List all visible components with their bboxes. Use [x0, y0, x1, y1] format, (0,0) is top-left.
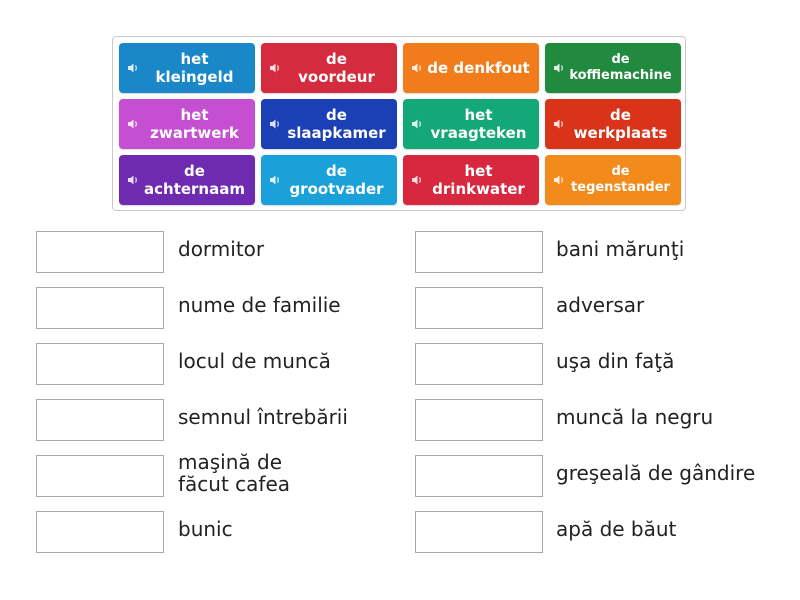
answer-label-right-5: greşeală de gândire [556, 461, 756, 485]
answer-label-right-3: uşa din faţă [556, 349, 675, 373]
answer-label-left-5: maşină de făcut cafea [178, 450, 291, 496]
drop-box-left-5[interactable] [36, 455, 164, 497]
answer-label-right-4: muncă la negru [556, 405, 714, 429]
tile-5[interactable]: het zwartwerk [119, 99, 255, 149]
speaker-icon[interactable] [269, 118, 282, 130]
tile-11[interactable]: het drinkwater [403, 155, 539, 205]
drop-box-right-1[interactable] [415, 231, 543, 273]
answer-label-right-6: apă de băut [556, 517, 677, 541]
speaker-icon[interactable] [411, 62, 424, 74]
speaker-icon[interactable] [553, 118, 566, 130]
answer-label-left-4: semnul întrebării [178, 405, 348, 429]
word-tiles-panel: het kleingeld de voordeur de denkfout de… [112, 36, 686, 211]
answer-label-left-3: locul de muncă [178, 349, 331, 373]
tile-3[interactable]: de denkfout [403, 43, 539, 93]
speaker-icon[interactable] [127, 118, 140, 130]
drop-box-right-3[interactable] [415, 343, 543, 385]
drop-box-left-4[interactable] [36, 399, 164, 441]
drop-box-right-2[interactable] [415, 287, 543, 329]
tile-1[interactable]: het kleingeld [119, 43, 255, 93]
drop-box-right-4[interactable] [415, 399, 543, 441]
answer-label-left-6: bunic [178, 517, 233, 541]
speaker-icon[interactable] [553, 174, 566, 186]
drop-box-right-6[interactable] [415, 511, 543, 553]
drop-box-left-6[interactable] [36, 511, 164, 553]
drop-box-left-2[interactable] [36, 287, 164, 329]
speaker-icon[interactable] [411, 118, 424, 130]
answer-label-right-2: adversar [556, 293, 645, 317]
drop-box-left-1[interactable] [36, 231, 164, 273]
speaker-icon[interactable] [269, 174, 282, 186]
answer-label-left-1: dormitor [178, 237, 265, 261]
speaker-icon[interactable] [553, 62, 566, 74]
tile-8[interactable]: de werkplaats [545, 99, 681, 149]
tile-4[interactable]: de koffiemachine [545, 43, 681, 93]
drop-box-right-5[interactable] [415, 455, 543, 497]
speaker-icon[interactable] [127, 174, 140, 186]
tile-6[interactable]: de slaapkamer [261, 99, 397, 149]
speaker-icon[interactable] [127, 62, 140, 74]
tile-2[interactable]: de voordeur [261, 43, 397, 93]
tile-9[interactable]: de achternaam [119, 155, 255, 205]
tile-7[interactable]: het vraagteken [403, 99, 539, 149]
answer-label-right-1: bani mărunţi [556, 237, 685, 261]
drop-box-left-3[interactable] [36, 343, 164, 385]
speaker-icon[interactable] [411, 174, 424, 186]
speaker-icon[interactable] [269, 62, 282, 74]
tile-12[interactable]: de tegenstander [545, 155, 681, 205]
answer-label-left-2: nume de familie [178, 293, 341, 317]
tile-10[interactable]: de grootvader [261, 155, 397, 205]
